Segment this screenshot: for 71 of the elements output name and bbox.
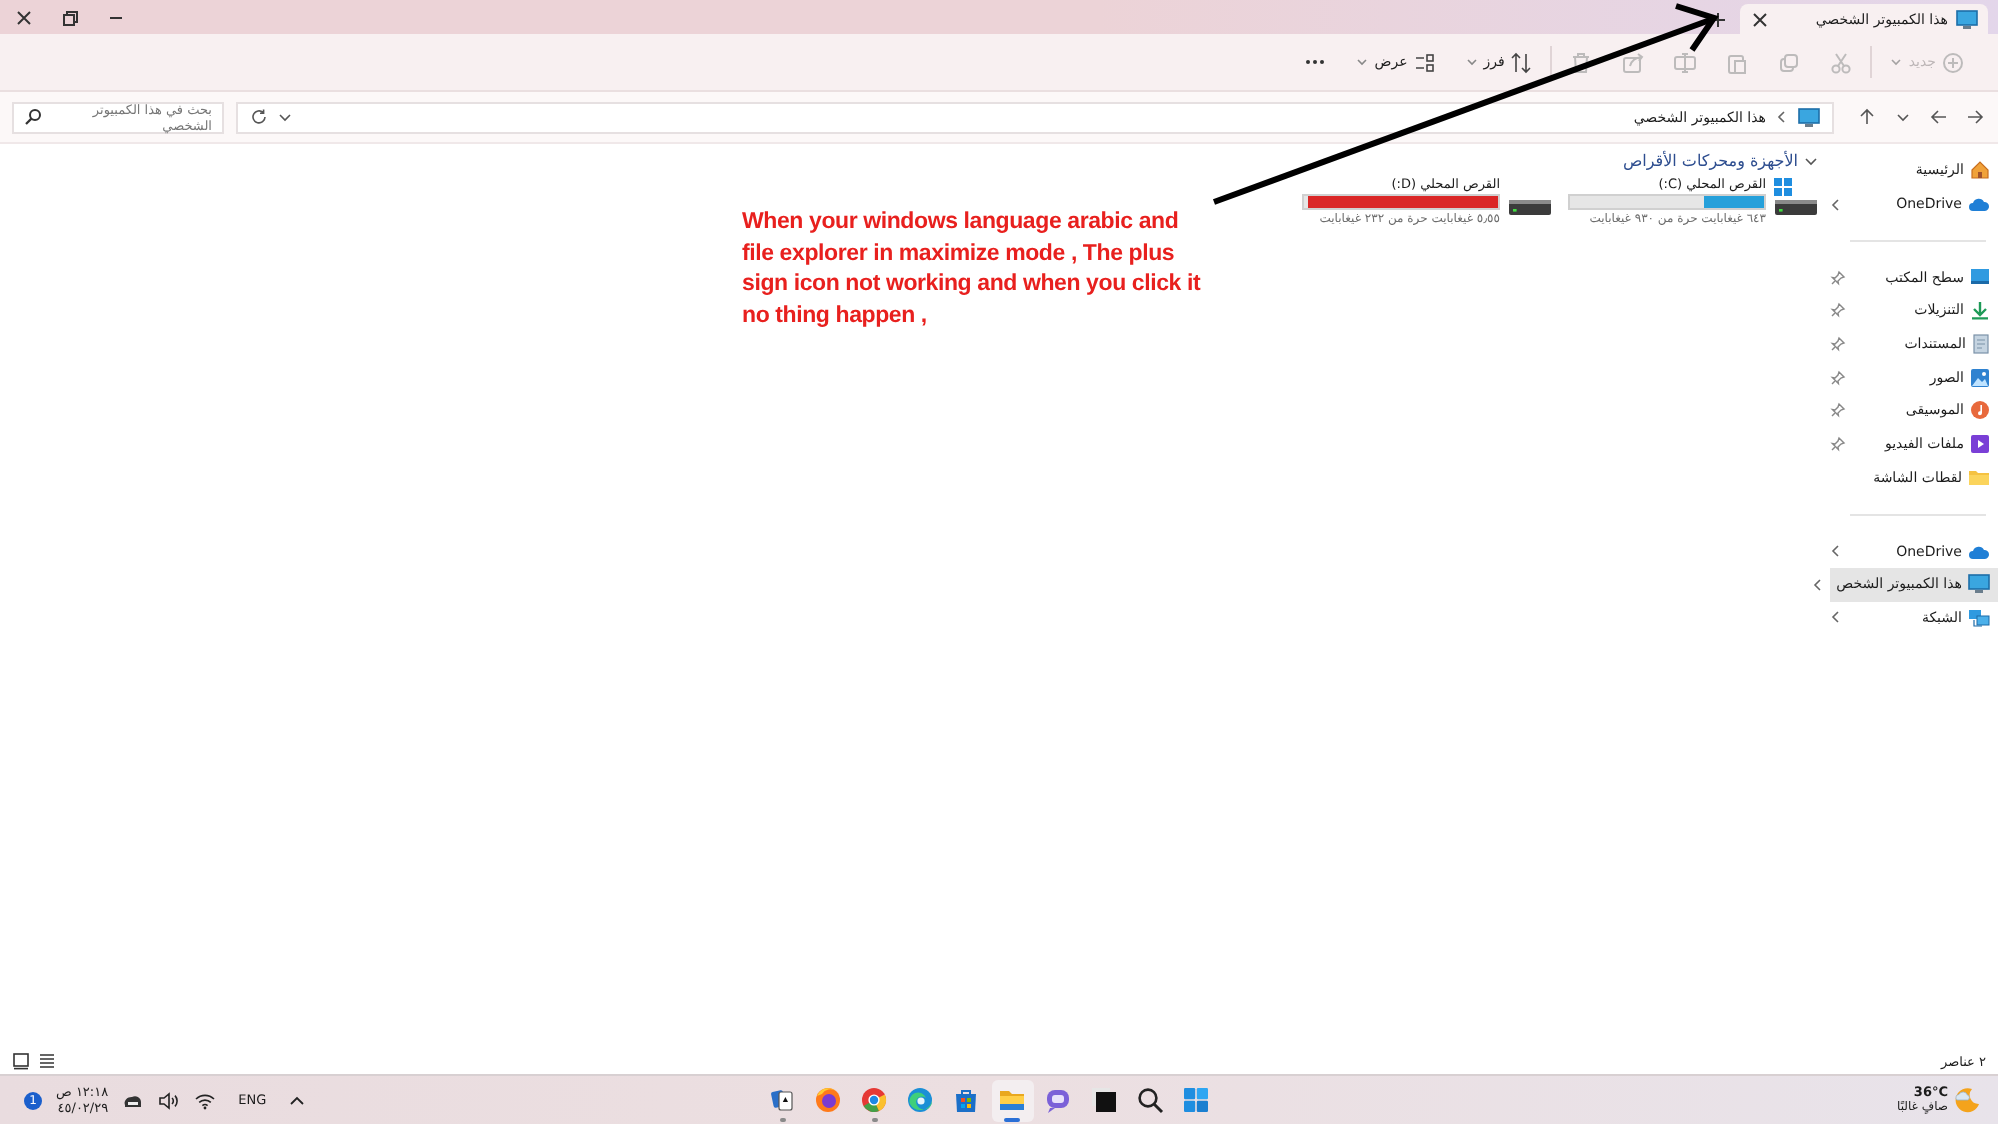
copy-icon: [1778, 51, 1801, 73]
network-icon: [1968, 607, 1990, 628]
drive-icon: [1508, 198, 1552, 216]
drive-icon: [1774, 198, 1818, 216]
expand-chevron-icon[interactable]: [1830, 544, 1842, 559]
store-bag-icon: [952, 1086, 981, 1114]
computer-icon: [1956, 9, 1978, 29]
refresh-icon: [250, 108, 268, 126]
house-icon: [1970, 160, 1990, 181]
clipboard-icon: [1726, 51, 1749, 73]
computer-icon: [1798, 107, 1820, 127]
download-icon: [1970, 300, 1990, 321]
chevron-icon: [1895, 110, 1909, 124]
search-icon: [1136, 1086, 1165, 1114]
round-browser-icon: [814, 1086, 843, 1114]
expand-chevron-icon[interactable]: [1812, 577, 1825, 592]
list-view-button[interactable]: [38, 1052, 56, 1070]
rename-icon: [1674, 51, 1697, 73]
sort-icon: [1510, 51, 1533, 73]
music-icon: [1970, 400, 1990, 421]
expand-chevron-icon[interactable]: [1830, 610, 1842, 625]
speaker-icon[interactable]: [158, 1091, 181, 1109]
collapse-chevron-icon[interactable]: [1804, 154, 1818, 168]
windows-logo-icon: [1774, 178, 1792, 196]
history-dropdown-button[interactable]: [278, 110, 292, 124]
computer-icon: [1968, 574, 1990, 595]
trash-icon: [1570, 51, 1593, 73]
chevron-up-icon: [288, 1093, 307, 1107]
chevron-icon: [278, 110, 292, 124]
window-icon: [1090, 1086, 1119, 1114]
search-icon: [24, 108, 42, 126]
desktop-icon: [1970, 268, 1990, 287]
chat-bubble-icon: [1044, 1086, 1073, 1114]
new-icon: [1942, 51, 1964, 73]
details-view-button[interactable]: [12, 1052, 30, 1070]
expand-chevron-icon[interactable]: [1830, 197, 1842, 212]
cloud-icon: [1968, 196, 1990, 213]
caret-icon: [1465, 56, 1478, 68]
wifi-icon[interactable]: [194, 1091, 217, 1109]
refresh-button[interactable]: [250, 108, 268, 126]
show-hidden-icons-button[interactable]: [288, 1093, 307, 1107]
list-icon: [38, 1052, 56, 1070]
close-icon: [13, 7, 33, 27]
section-title: الأجهزة ومحركات الأقراص: [1622, 152, 1798, 170]
view-icon: [1413, 51, 1436, 73]
more-icon: [1304, 58, 1327, 66]
swirl-icon: [906, 1086, 935, 1114]
four-squares-icon: [1182, 1086, 1211, 1114]
annotation-text: When your windows language arabic and file explorer in maximize mode , The plus sign icon not working and when you click it no thing happen ,: [742, 208, 1203, 331]
forward-arrow-icon: [1929, 108, 1947, 126]
tab-close-button[interactable]: [1750, 9, 1770, 29]
forward-button[interactable]: [1926, 108, 1950, 126]
round-browser-icon: [860, 1086, 889, 1114]
back-button[interactable]: [1962, 108, 1986, 126]
scissors-icon: [1830, 51, 1853, 73]
picture-icon: [1970, 367, 1990, 388]
folder-icon: [1968, 468, 1990, 487]
back-arrow-icon: [1965, 108, 1983, 126]
caret-icon: [1356, 56, 1369, 68]
restore-icon: [59, 7, 79, 27]
cards-icon: [768, 1086, 797, 1114]
folder-icon: [998, 1086, 1027, 1114]
up-arrow-icon: [1857, 108, 1875, 126]
chevron-icon: [1776, 110, 1788, 124]
details-icon: [12, 1052, 30, 1070]
caret-icon: [1890, 56, 1903, 68]
close-icon: [1750, 9, 1770, 29]
document-icon: [1972, 334, 1990, 355]
video-icon: [1970, 434, 1990, 455]
share-icon: [1622, 51, 1645, 73]
cloud-icon: [1968, 543, 1990, 560]
